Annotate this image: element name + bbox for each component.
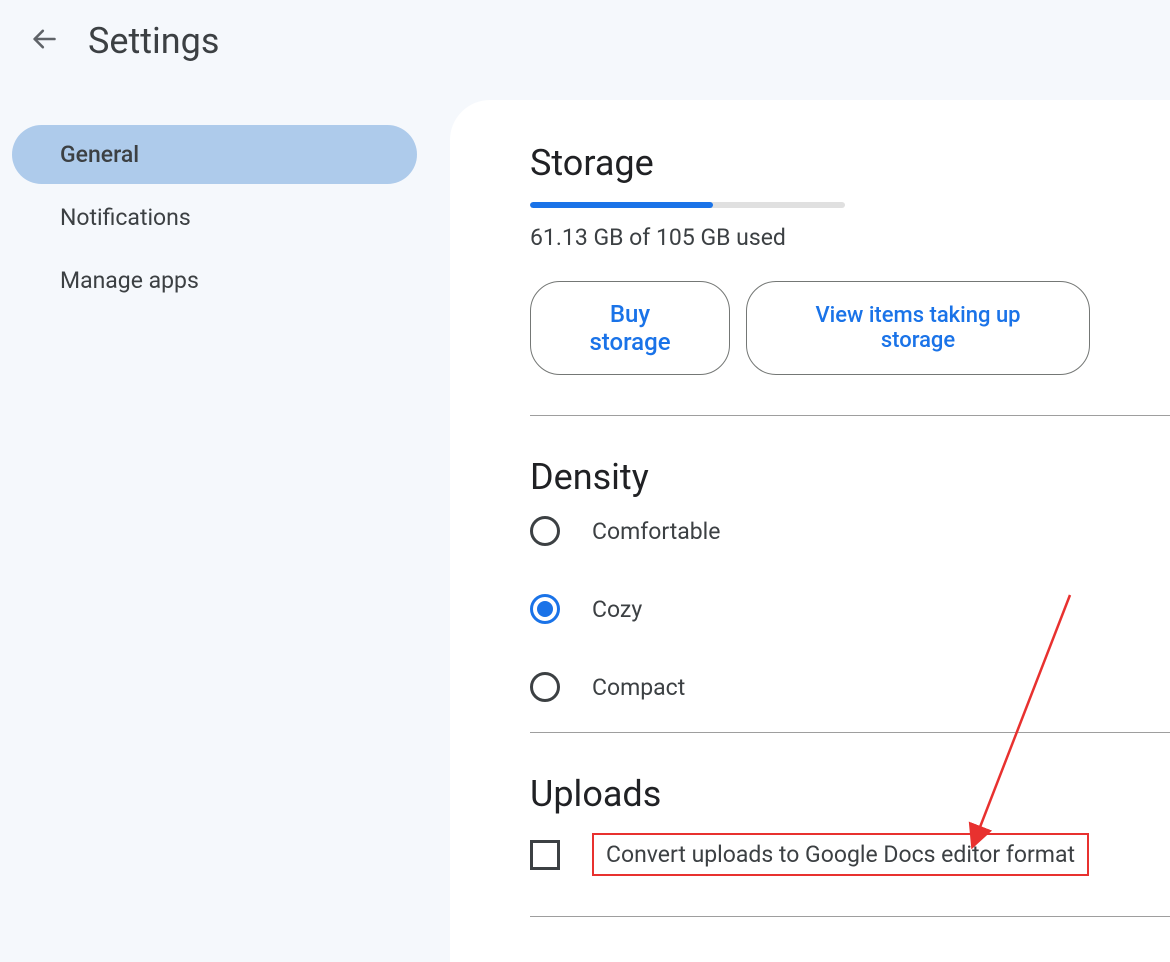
storage-used-text: 61.13 GB of 105 GB used [530, 224, 1090, 251]
header: Settings [0, 0, 1170, 82]
density-option-compact[interactable]: Compact [530, 672, 1090, 702]
annotation-highlight-box: Convert uploads to Google Docs editor fo… [592, 833, 1089, 876]
sidebar-item-label: General [60, 141, 139, 168]
storage-progress-fill [530, 202, 713, 208]
radio-label: Compact [592, 674, 685, 701]
radio-icon [530, 594, 560, 624]
radio-icon [530, 672, 560, 702]
main-panel: Storage 61.13 GB of 105 GB used Buy stor… [450, 100, 1170, 962]
divider [530, 916, 1170, 917]
sidebar-item-general[interactable]: General [12, 125, 417, 184]
back-arrow-icon[interactable] [30, 25, 58, 57]
sidebar-item-label: Manage apps [60, 267, 199, 294]
radio-icon [530, 516, 560, 546]
density-options: Comfortable Cozy Compact [530, 516, 1090, 702]
density-option-comfortable[interactable]: Comfortable [530, 516, 1090, 546]
checkbox-label: Convert uploads to Google Docs editor fo… [606, 841, 1075, 868]
storage-title: Storage [530, 142, 1090, 184]
divider [530, 415, 1170, 416]
radio-label: Comfortable [592, 518, 720, 545]
density-option-cozy[interactable]: Cozy [530, 594, 1090, 624]
sidebar-item-manage-apps[interactable]: Manage apps [12, 251, 417, 310]
page-title: Settings [88, 20, 219, 62]
sidebar: General Notifications Manage apps [12, 125, 417, 314]
storage-buttons: Buy storage View items taking up storage [530, 281, 1090, 375]
sidebar-item-label: Notifications [60, 204, 191, 231]
checkbox-icon [530, 840, 560, 870]
density-title: Density [530, 456, 1090, 498]
storage-progress-bar [530, 202, 845, 208]
buy-storage-button[interactable]: Buy storage [530, 281, 730, 375]
uploads-convert-option[interactable]: Convert uploads to Google Docs editor fo… [530, 833, 1090, 876]
uploads-title: Uploads [530, 773, 1090, 815]
sidebar-item-notifications[interactable]: Notifications [12, 188, 417, 247]
radio-selected-dot [537, 601, 553, 617]
view-storage-button[interactable]: View items taking up storage [746, 281, 1090, 375]
radio-label: Cozy [592, 596, 642, 623]
divider [530, 732, 1170, 733]
